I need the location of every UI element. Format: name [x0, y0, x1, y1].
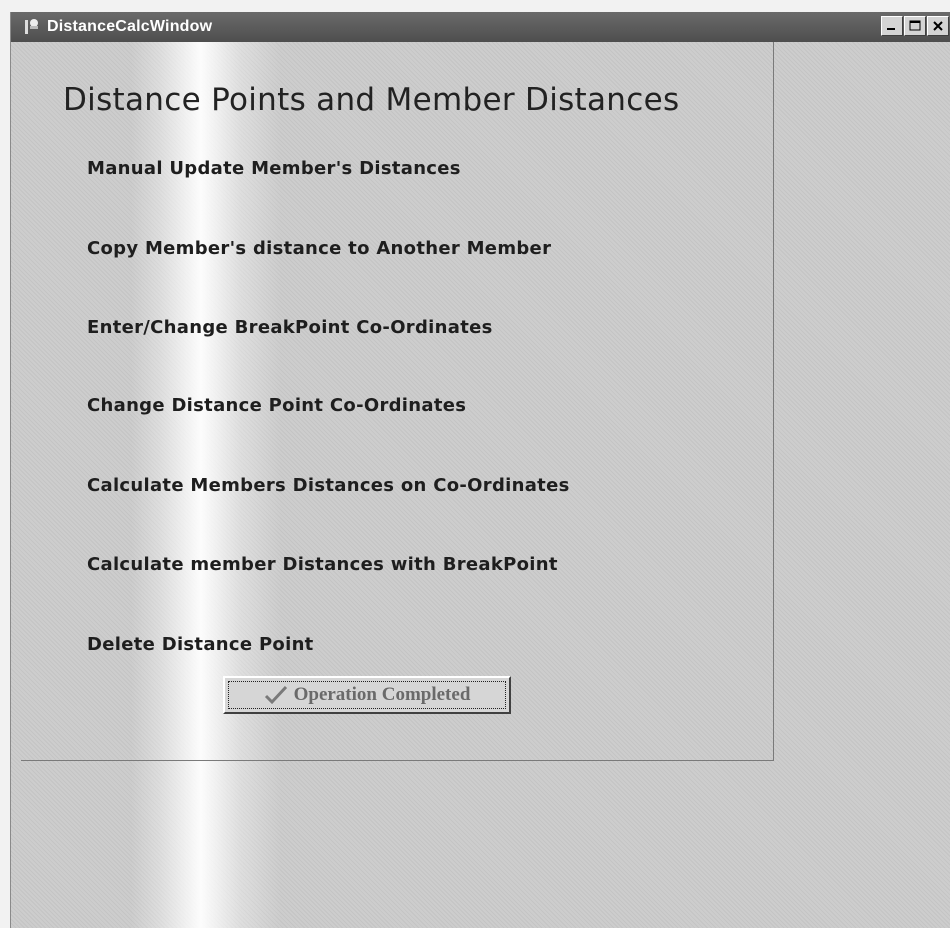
menu-item-manual-update[interactable]: Manual Update Member's Distances: [87, 158, 461, 179]
window-controls: [881, 16, 949, 38]
app-icon: [25, 18, 39, 34]
window-title: DistanceCalcWindow: [47, 18, 213, 35]
app-window: DistanceCalcWindow Distance Points and M…: [10, 12, 950, 928]
client-area: Distance Points and Member Distances Man…: [11, 42, 950, 928]
checkmark-icon: [264, 685, 287, 705]
minimize-icon[interactable]: [881, 16, 903, 36]
menu-item-distance-point-coordinates[interactable]: Change Distance Point Co-Ordinates: [87, 395, 466, 416]
operation-completed-button[interactable]: Operation Completed: [223, 676, 511, 714]
menu-item-calculate-on-coordinates[interactable]: Calculate Members Distances on Co-Ordina…: [87, 475, 570, 496]
menu-item-breakpoint-coordinates[interactable]: Enter/Change BreakPoint Co-Ordinates: [87, 317, 493, 338]
menu-item-calculate-with-breakpoint[interactable]: Calculate member Distances with BreakPoi…: [87, 554, 558, 575]
operation-completed-label: Operation Completed: [293, 684, 471, 705]
options-panel: Distance Points and Member Distances Man…: [21, 42, 774, 761]
menu-item-delete-distance-point[interactable]: Delete Distance Point: [87, 634, 314, 655]
menu-item-copy-distance[interactable]: Copy Member's distance to Another Member: [87, 238, 551, 259]
title-bar[interactable]: DistanceCalcWindow: [11, 12, 950, 42]
close-icon[interactable]: [927, 16, 949, 36]
maximize-icon[interactable]: [904, 16, 926, 36]
page-title: Distance Points and Member Distances: [63, 82, 680, 118]
